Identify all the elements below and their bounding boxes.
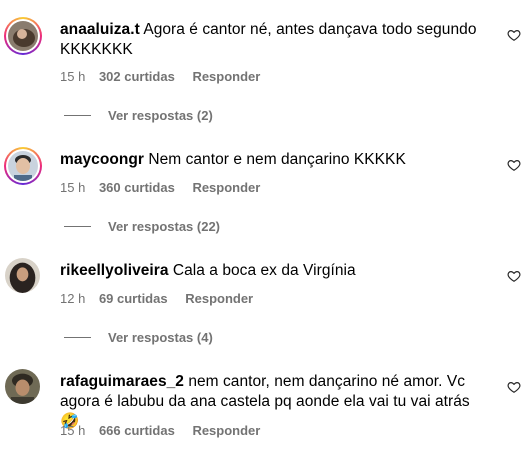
comment-meta: 12 h 69 curtidas Responder xyxy=(60,291,263,306)
avatar-photo xyxy=(8,151,38,181)
reply-button[interactable]: Responder xyxy=(185,291,253,306)
comment-time: 15 h xyxy=(60,180,86,195)
view-replies-button[interactable]: Ver respostas (2) xyxy=(64,108,213,123)
comment-meta: 15 h 360 curtidas Responder xyxy=(60,180,270,195)
replies-divider xyxy=(64,337,91,338)
reply-button[interactable]: Responder xyxy=(192,180,260,195)
replies-divider xyxy=(64,226,91,227)
avatar-photo xyxy=(8,21,38,51)
comment-meta: 15 h 666 curtidas Responder xyxy=(60,423,270,438)
comment-username[interactable]: rikeellyoliveira xyxy=(60,262,169,279)
view-replies-label: Ver respostas (2) xyxy=(108,108,213,123)
comment-meta: 15 h 302 curtidas Responder xyxy=(60,69,270,84)
heart-outline-icon[interactable] xyxy=(507,28,521,42)
comment-text-block: maycoongr Nem cantor e nem dançarino KKK… xyxy=(60,150,480,170)
heart-outline-icon[interactable] xyxy=(507,269,521,283)
comment-likes[interactable]: 360 curtidas xyxy=(99,180,175,195)
comment-username[interactable]: maycoongr xyxy=(60,151,144,168)
avatar-photo xyxy=(5,369,40,404)
avatar[interactable] xyxy=(5,258,40,293)
view-replies-button[interactable]: Ver respostas (22) xyxy=(64,219,220,234)
view-replies-label: Ver respostas (4) xyxy=(108,330,213,345)
comment-text-block: anaaluiza.t Agora é cantor né, antes dan… xyxy=(60,20,480,60)
comment-time: 15 h xyxy=(60,423,86,438)
comment-text-block: rikeellyoliveira Cala a boca ex da Virgí… xyxy=(60,261,480,281)
view-replies-button[interactable]: Ver respostas (4) xyxy=(64,330,213,345)
replies-divider xyxy=(64,115,91,116)
reply-button[interactable]: Responder xyxy=(192,423,260,438)
comment-likes[interactable]: 666 curtidas xyxy=(99,423,175,438)
comment-body: Cala a boca ex da Virgínia xyxy=(172,262,356,279)
comment-body: Nem cantor e nem dançarino KKKKK xyxy=(148,151,406,168)
heart-outline-icon[interactable] xyxy=(507,380,521,394)
comment-time: 12 h xyxy=(60,291,86,306)
comment-likes[interactable]: 302 curtidas xyxy=(99,69,175,84)
comment-likes[interactable]: 69 curtidas xyxy=(99,291,168,306)
avatar-photo xyxy=(5,258,40,293)
heart-outline-icon[interactable] xyxy=(507,158,521,172)
comment-time: 15 h xyxy=(60,69,86,84)
avatar[interactable] xyxy=(5,369,40,404)
view-replies-label: Ver respostas (22) xyxy=(108,219,221,234)
comment-username[interactable]: rafaguimaraes_2 xyxy=(60,373,184,390)
comment-username[interactable]: anaaluiza.t xyxy=(60,21,140,38)
avatar[interactable] xyxy=(4,147,42,185)
avatar[interactable] xyxy=(4,17,42,55)
reply-button[interactable]: Responder xyxy=(192,69,260,84)
